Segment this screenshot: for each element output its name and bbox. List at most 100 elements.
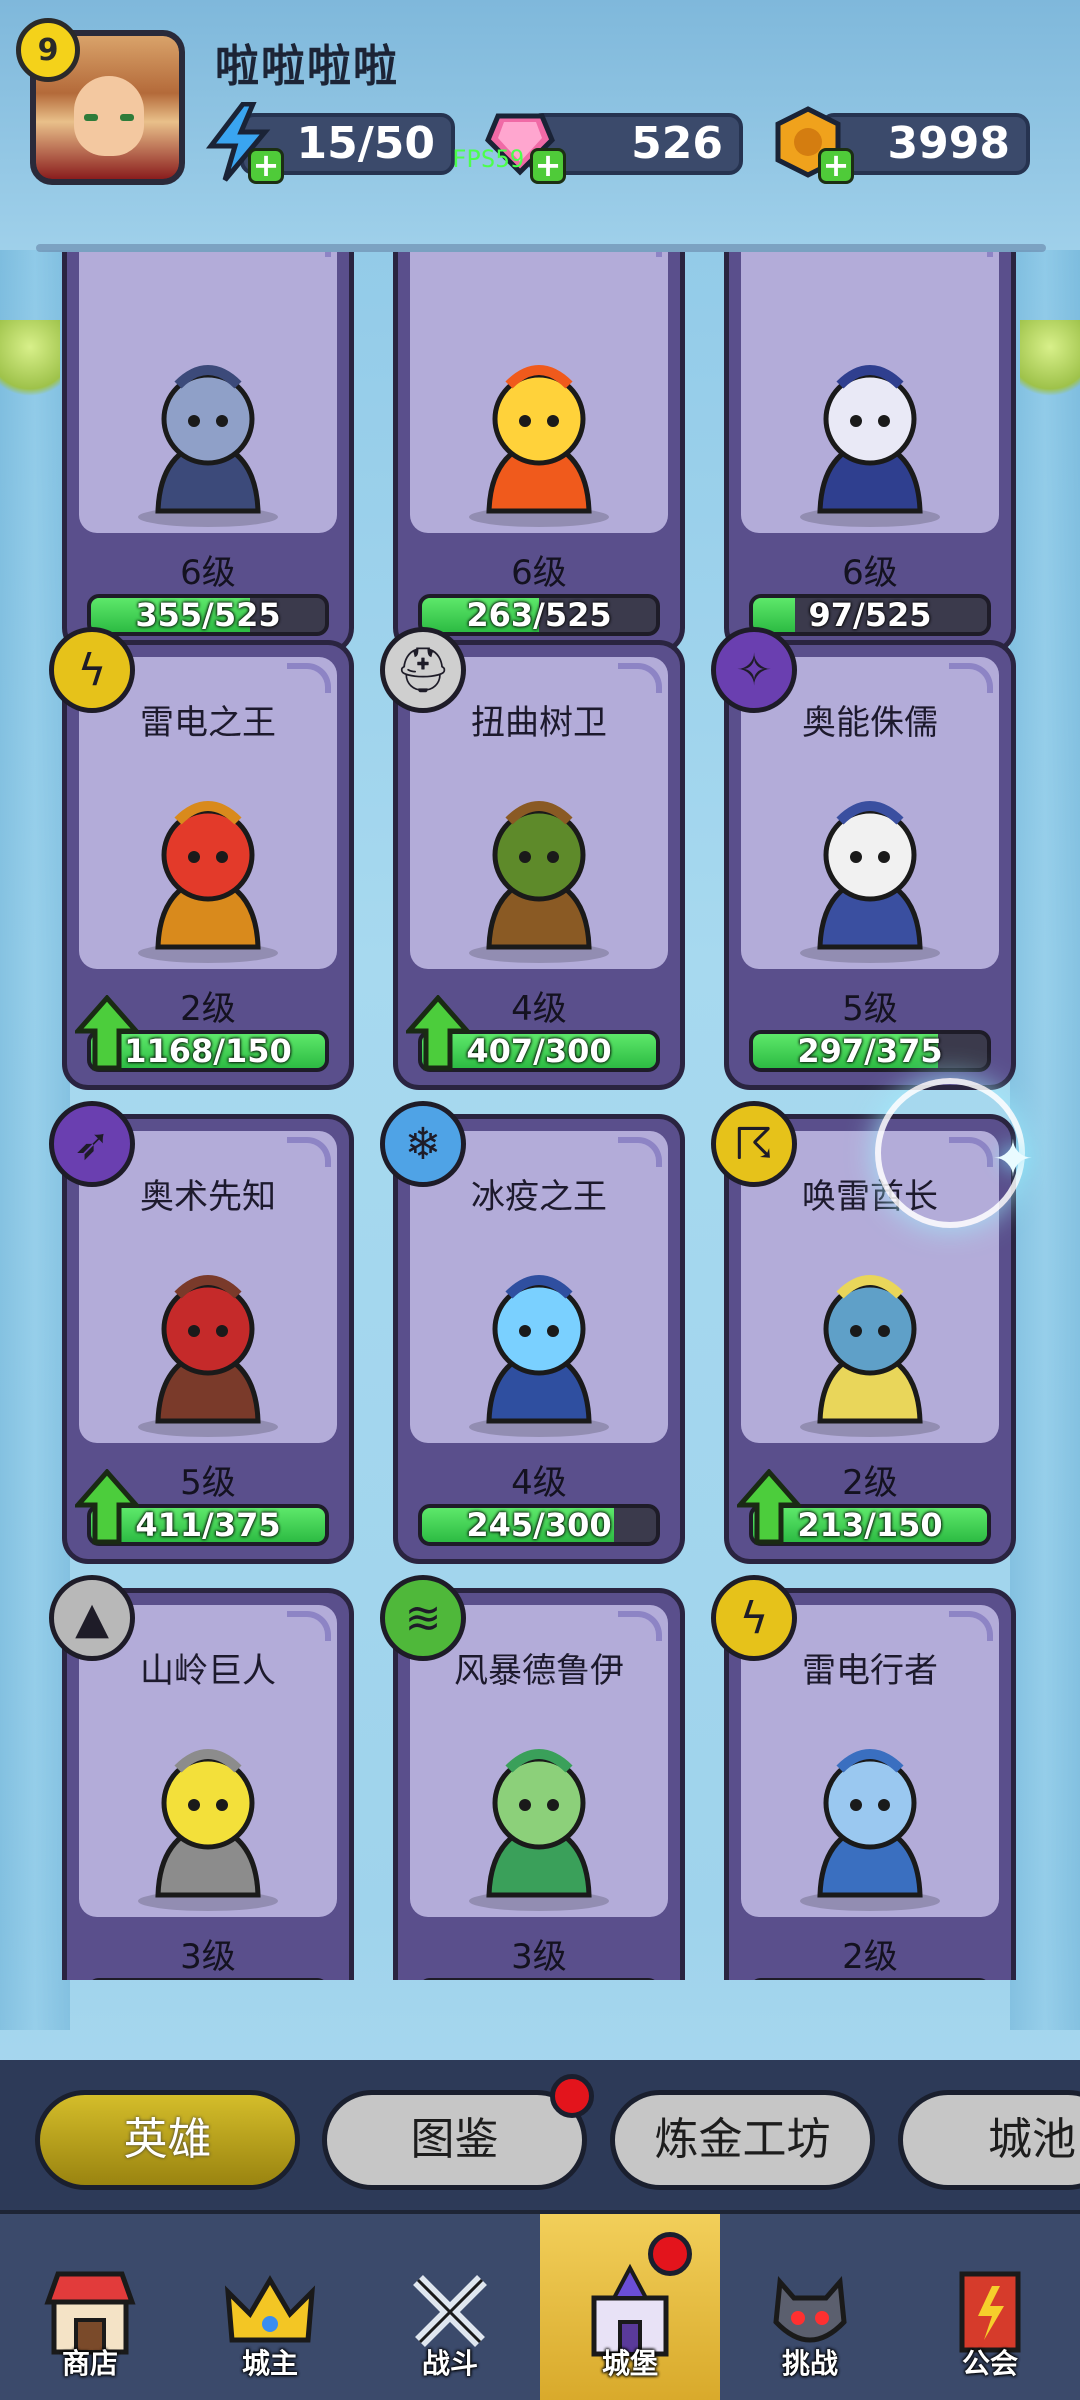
rock-icon: ▲ — [49, 1575, 135, 1661]
lich-king-icon — [469, 1275, 609, 1437]
hero-card[interactable]: 6级 263/525 — [393, 252, 685, 654]
card-corner-ornament — [287, 1611, 331, 1641]
tab-alchemy[interactable]: 炼金工坊 — [610, 2090, 875, 2190]
fire-spirit-icon — [469, 365, 609, 527]
tab-codex[interactable]: 图鉴 — [322, 2090, 587, 2190]
bottom-nav: 商店 城主 战斗 城堡 挑战 公会 — [0, 2210, 1080, 2400]
nav-label-battle: 战斗 — [421, 2347, 478, 2380]
nav-castle[interactable]: 城堡 — [540, 2214, 720, 2400]
arrows-icon: ➶ — [49, 1101, 135, 1187]
element-glyph: ☈ — [734, 1118, 774, 1170]
hero-shard-progress-bar: 218/225 — [87, 1978, 329, 1980]
hero-shard-progress-bar: 355/525 — [87, 594, 329, 636]
tab-city[interactable]: 城池 — [898, 2090, 1080, 2190]
card-corner-ornament — [287, 663, 331, 693]
element-glyph: ϟ — [739, 1592, 769, 1644]
hero-card-portrait-area — [79, 252, 337, 533]
hero-level: 3级 — [180, 1937, 236, 1977]
progress-text: 263/525 — [466, 596, 612, 634]
nav-label-lord: 城主 — [241, 2347, 298, 2380]
card-corner-ornament — [949, 663, 993, 693]
player-name: 啦啦啦啦 — [215, 41, 399, 92]
progress-text: 245/300 — [466, 1506, 612, 1544]
ice-crystal-icon: ❄ — [380, 1101, 466, 1187]
castle-notification-badge — [648, 2232, 692, 2276]
hero-shard-progress-bar: 297/375 — [749, 1030, 991, 1072]
top-header: 9 啦啦啦啦 15/50 + 526 + 3998 + FPS59 — [0, 0, 1080, 252]
add-gems-button[interactable]: + — [530, 148, 566, 184]
energy-icon: + — [198, 102, 284, 184]
chieftain-icon — [800, 1275, 940, 1437]
nav-label-guild: 公会 — [961, 2347, 1018, 2380]
nav-challenge[interactable]: 挑战 — [720, 2214, 900, 2400]
seer-icon — [138, 1275, 278, 1437]
sparkle-star-icon: ✦ — [992, 1130, 1034, 1188]
dark-ranger-icon — [138, 365, 278, 527]
card-corner-ornament — [618, 663, 662, 693]
avatar-eye — [120, 114, 134, 121]
hero-card[interactable]: 6级 355/525 — [62, 252, 354, 654]
upgrade-arrow-icon — [75, 1469, 139, 1545]
card-corner-ornament — [618, 1611, 662, 1641]
druid-owl-icon — [469, 1749, 609, 1911]
hero-card[interactable]: ✧ 奥能侏儒 5级 297/375 — [711, 627, 1016, 1090]
element-glyph: ❄ — [404, 1118, 442, 1170]
golem-icon — [138, 1749, 278, 1911]
card-corner-ornament — [949, 252, 993, 257]
lightning-icon: ϟ — [49, 627, 135, 713]
frost-mage-icon — [800, 365, 940, 527]
codex-notification-badge — [550, 2074, 594, 2118]
nav-lord[interactable]: 城主 — [180, 2214, 360, 2400]
upgrade-arrow-icon — [406, 995, 470, 1071]
element-glyph: ϟ — [77, 644, 107, 696]
hero-card[interactable]: ▲山岭巨人3级218/225 — [49, 1575, 354, 1980]
dwarf-icon — [800, 801, 940, 963]
hero-level: 6级 — [842, 553, 898, 593]
hero-shard-progress-bar: 107/150 — [749, 1978, 991, 1980]
nav-guild[interactable]: 公会 — [900, 2214, 1080, 2400]
add-energy-button[interactable]: + — [248, 148, 284, 184]
hero-card-portrait-area — [410, 252, 668, 533]
hero-level: 5级 — [842, 989, 898, 1029]
element-glyph: ▲ — [75, 1592, 109, 1644]
add-gold-button[interactable]: + — [818, 148, 854, 184]
upgrade-arrow-icon — [737, 1469, 801, 1545]
hero-card[interactable]: ❄ 冰疫之王 4级 245/300 — [380, 1101, 685, 1564]
hero-card[interactable]: ➶ 奥术先知 5级 411/375 — [49, 1101, 354, 1564]
avatar-eye — [84, 114, 98, 121]
progress-text: 297/375 — [797, 1032, 943, 1070]
hero-level: 4级 — [511, 1463, 567, 1503]
gold-coin-icon: + — [768, 102, 854, 184]
card-corner-ornament — [618, 1137, 662, 1167]
element-glyph: ➶ — [73, 1118, 111, 1170]
storm-icon: ☈ — [711, 1101, 797, 1187]
hero-card[interactable]: ≋风暴德鲁伊3级100/225 — [380, 1575, 685, 1980]
nav-shop[interactable]: 商店 — [0, 2214, 180, 2400]
troll-icon — [800, 1749, 940, 1911]
nav-battle[interactable]: 战斗 — [360, 2214, 540, 2400]
nav-label-challenge: 挑战 — [781, 2347, 838, 2380]
hero-level: 6级 — [180, 553, 236, 593]
hero-card[interactable]: 6级 97/525 — [724, 252, 1016, 654]
hero-level: 2级 — [842, 1937, 898, 1977]
hero-card-portrait-area — [741, 252, 999, 533]
hero-card[interactable]: ϟ 雷电之王 2级 1168/150 — [49, 627, 354, 1090]
castle-tab-row: 英雄 图鉴 炼金工坊 城池 — [0, 2060, 1080, 2210]
bolt-icon: ϟ — [711, 1575, 797, 1661]
tab-heroes[interactable]: 英雄 — [35, 2090, 300, 2190]
hero-shard-progress-bar: 97/525 — [749, 594, 991, 636]
hero-card[interactable]: ϟ雷电行者2级107/150 — [711, 1575, 1016, 1980]
header-divider — [36, 244, 1046, 252]
tornado-icon: ≋ — [380, 1575, 466, 1661]
element-glyph: ⛑ — [395, 645, 451, 696]
element-glyph: ≋ — [404, 1592, 442, 1644]
hero-card[interactable]: ⛑ 扭曲树卫 4级 407/300 — [380, 627, 685, 1090]
fps-overlay: FPS59 — [452, 145, 525, 173]
card-corner-ornament — [949, 1611, 993, 1641]
card-corner-ornament — [618, 252, 662, 257]
hero-shard-progress-bar: 263/525 — [418, 594, 660, 636]
hero-shard-progress-bar: 245/300 — [418, 1504, 660, 1546]
arcane-icon: ✧ — [711, 627, 797, 713]
progress-text: 97/525 — [808, 596, 932, 634]
thunder-king-icon — [138, 801, 278, 963]
